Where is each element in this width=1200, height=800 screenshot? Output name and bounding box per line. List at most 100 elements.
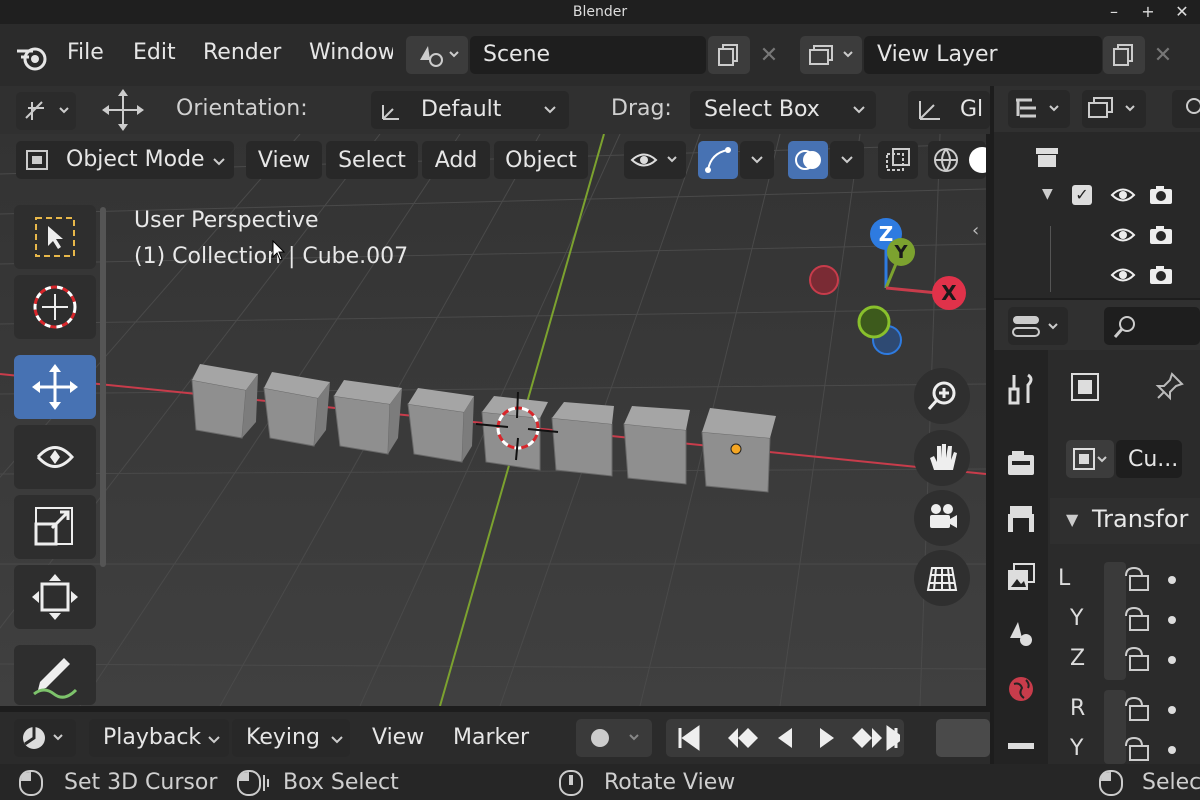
menu-window[interactable]: Window (309, 40, 393, 65)
properties-search-field[interactable] (1104, 307, 1200, 345)
viewport-menu-select[interactable]: Select (326, 141, 418, 179)
object-name-field[interactable]: Cu... (1116, 440, 1182, 478)
tool-tab-icon[interactable] (998, 366, 1044, 412)
cursor-tool[interactable] (14, 275, 96, 339)
drag-dropdown[interactable]: Select Box (690, 91, 876, 129)
drag-label: Drag: (611, 96, 672, 121)
properties-editor-type-dropdown[interactable] (1008, 307, 1068, 345)
shading-mode-buttons[interactable] (928, 141, 986, 179)
close-window-icon[interactable]: ✕ (1172, 2, 1192, 21)
properties-panel: Cu... ▼ Transfor L Y Z R Y (994, 300, 1200, 764)
orientation-dropdown[interactable]: Default (371, 91, 569, 129)
delete-scene-icon[interactable]: ✕ (752, 36, 786, 74)
tool-shelf (14, 205, 96, 705)
show-overlays-toggle[interactable] (788, 141, 828, 179)
menu-render[interactable]: Render (203, 40, 281, 65)
scene-browse-button[interactable] (406, 36, 468, 74)
scene-name-field[interactable]: Scene (470, 36, 706, 74)
scene-collection-icon[interactable] (1034, 144, 1060, 170)
overlays-options-dropdown[interactable] (830, 141, 864, 179)
show-gizmo-toggle[interactable] (698, 141, 738, 179)
outliner-panel: ▼ ✓ (994, 86, 1200, 298)
new-scene-button[interactable] (708, 36, 750, 74)
outliner-display-mode-dropdown[interactable] (1008, 90, 1070, 128)
gizmo-x-axis[interactable]: X (932, 276, 966, 310)
scene-tab-icon[interactable] (998, 610, 1044, 656)
move-gizmo-icon[interactable] (98, 86, 148, 134)
transform-tool[interactable] (14, 565, 96, 629)
collection-tab-icon[interactable] (998, 734, 1044, 764)
delete-view-layer-icon[interactable]: ✕ (1148, 36, 1178, 74)
orthographic-grid-icon[interactable] (914, 550, 970, 606)
camera-view-icon[interactable] (914, 490, 970, 546)
eye-icon[interactable] (1110, 266, 1136, 284)
window-title: Blender (572, 4, 628, 20)
orientation-label: Orientation: (176, 96, 308, 121)
object-properties-icon[interactable] (1070, 372, 1100, 402)
camera-render-icon[interactable] (1148, 184, 1174, 206)
viewport-menu-object[interactable]: Object (494, 141, 588, 179)
mouse-left-icon-2 (1099, 770, 1123, 796)
rotate-tool[interactable] (14, 425, 96, 489)
lock-toggles[interactable] (1122, 566, 1192, 764)
new-view-layer-button[interactable] (1103, 36, 1145, 74)
view-layer-name-field[interactable]: View Layer (864, 36, 1102, 74)
transform-orientation-global-button[interactable]: Gl (908, 91, 990, 129)
viewport-menu-view[interactable]: View (246, 141, 322, 179)
mode-label: Object Mode (66, 147, 205, 172)
3d-viewport[interactable]: User Perspective (1) Collection | Cube.0… (0, 134, 986, 706)
object-type-dropdown[interactable] (1066, 440, 1114, 478)
output-tab-icon[interactable] (998, 496, 1044, 542)
object-mode-dropdown[interactable]: Object Mode (16, 141, 234, 179)
status-right-text: Selec (1142, 770, 1200, 795)
top-menu-bar: File Edit Render Window Scene ✕ View Lay… (0, 24, 1200, 86)
auto-keying-toggle[interactable] (576, 719, 652, 757)
camera-render-icon[interactable] (1148, 224, 1174, 246)
gizmo-options-dropdown[interactable] (740, 141, 774, 179)
visibility-selectability-button[interactable] (624, 141, 686, 179)
menu-file[interactable]: File (67, 40, 104, 65)
maximize-icon[interactable]: + (1138, 2, 1158, 21)
collection-expand-icon[interactable]: ▼ (1042, 186, 1053, 202)
render-tab-icon[interactable] (998, 440, 1044, 486)
annotate-tool[interactable] (14, 645, 96, 705)
keying-menu[interactable]: Keying (232, 719, 350, 757)
eye-icon[interactable] (1110, 186, 1136, 204)
rotation-x-label: R (1070, 696, 1086, 721)
playback-controls[interactable] (666, 719, 904, 757)
outliner-filter-dropdown[interactable] (1082, 90, 1146, 128)
object-name: Cu... (1128, 446, 1179, 472)
location-x-label: L (1058, 566, 1071, 591)
gizmo-y-axis[interactable]: Y (887, 238, 915, 266)
timeline-menu-view[interactable]: View (372, 725, 424, 750)
pan-hand-icon[interactable] (914, 430, 970, 486)
toggle-xray-button[interactable] (878, 141, 918, 179)
playback-menu[interactable]: Playback (89, 719, 229, 757)
mouse-pointer-icon (272, 240, 286, 261)
transform-pivot-button[interactable] (16, 92, 76, 130)
current-frame-field[interactable] (936, 719, 990, 757)
timeline-menu-marker[interactable]: Marker (453, 725, 529, 750)
select-box-tool[interactable] (14, 205, 96, 269)
view-layer-browse-button[interactable] (800, 36, 862, 74)
view-layer-tab-icon[interactable] (998, 554, 1044, 600)
pin-icon[interactable] (1154, 372, 1184, 402)
collection-checkbox[interactable]: ✓ (1072, 185, 1092, 205)
toolbar-scrollbar[interactable] (100, 207, 106, 567)
zoom-icon[interactable] (914, 368, 970, 424)
viewport-menu-add[interactable]: Add (422, 141, 490, 179)
minimize-icon[interactable]: – (1104, 2, 1124, 21)
transform-panel-expand-icon[interactable]: ▼ (1066, 510, 1078, 529)
menu-edit[interactable]: Edit (133, 40, 176, 65)
scale-tool[interactable] (14, 495, 96, 559)
blender-logo-icon[interactable] (14, 38, 50, 74)
editor-type-dropdown[interactable] (14, 719, 76, 757)
move-tool[interactable] (14, 355, 96, 419)
camera-render-icon[interactable] (1148, 264, 1174, 286)
sidebar-toggle-icon[interactable]: ‹ (972, 220, 979, 241)
world-tab-icon[interactable] (998, 666, 1044, 712)
outliner-search-icon[interactable] (1172, 90, 1200, 128)
scene-name: Scene (483, 42, 551, 67)
eye-icon[interactable] (1110, 226, 1136, 244)
transform-panel-title[interactable]: Transfor (1092, 505, 1188, 533)
